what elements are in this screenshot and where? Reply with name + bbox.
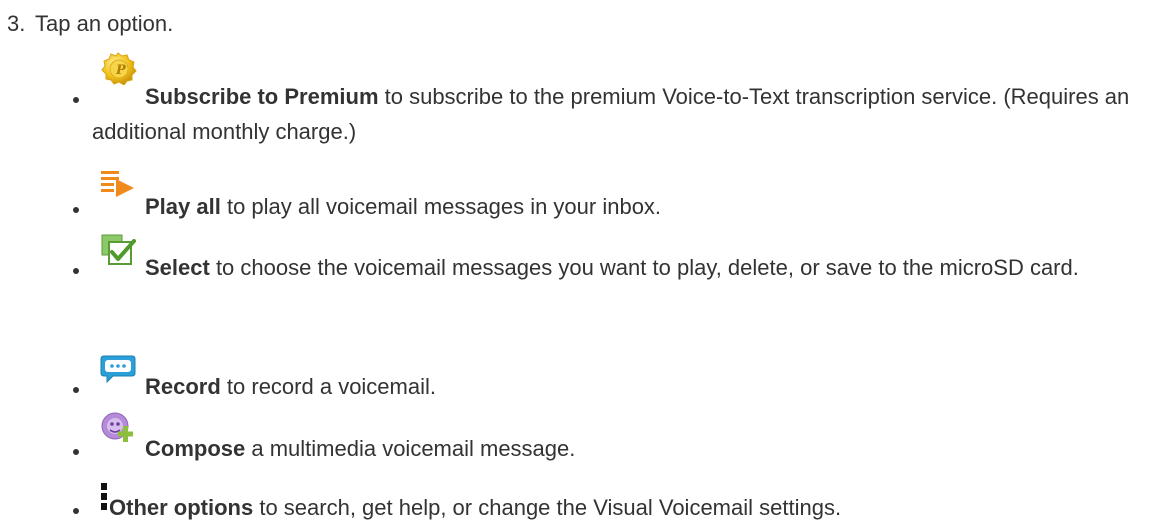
option-text: Other options to search, get help, or ch… bbox=[92, 490, 1152, 525]
svg-text:P: P bbox=[115, 63, 127, 78]
option-term: Compose bbox=[145, 436, 246, 461]
step-instruction: 3. Tap an option. bbox=[7, 9, 173, 39]
option-text: Record to record a voicemail. bbox=[92, 369, 1152, 404]
option-text: Select to choose the voicemail messages … bbox=[92, 250, 1152, 285]
option-term: Record bbox=[145, 374, 221, 399]
step-text: Tap an option. bbox=[35, 11, 174, 36]
option-term: Select bbox=[145, 255, 210, 280]
option-text: Subscribe to Premium to subscribe to the… bbox=[92, 79, 1152, 149]
bullet bbox=[73, 508, 79, 514]
bullet bbox=[73, 449, 79, 455]
option-text: Play all to play all voicemail messages … bbox=[92, 189, 1152, 224]
option-description: to play all voicemail messages in your i… bbox=[220, 194, 662, 219]
bullet bbox=[73, 207, 79, 213]
step-number: 3. bbox=[7, 11, 26, 36]
option-term: Subscribe to Premium bbox=[145, 84, 379, 109]
option-description: to choose the voicemail messages you wan… bbox=[209, 255, 1079, 280]
option-description: to record a voicemail. bbox=[220, 374, 436, 399]
bullet bbox=[73, 268, 79, 274]
option-text: Compose a multimedia voicemail message. bbox=[92, 431, 1152, 466]
option-term: Play all bbox=[145, 194, 221, 219]
bullet bbox=[73, 387, 79, 393]
bullet bbox=[73, 97, 79, 103]
option-description: to search, get help, or change the Visua… bbox=[253, 495, 842, 520]
option-term: Other options bbox=[109, 495, 254, 520]
option-description: a multimedia voicemail message. bbox=[245, 436, 576, 461]
